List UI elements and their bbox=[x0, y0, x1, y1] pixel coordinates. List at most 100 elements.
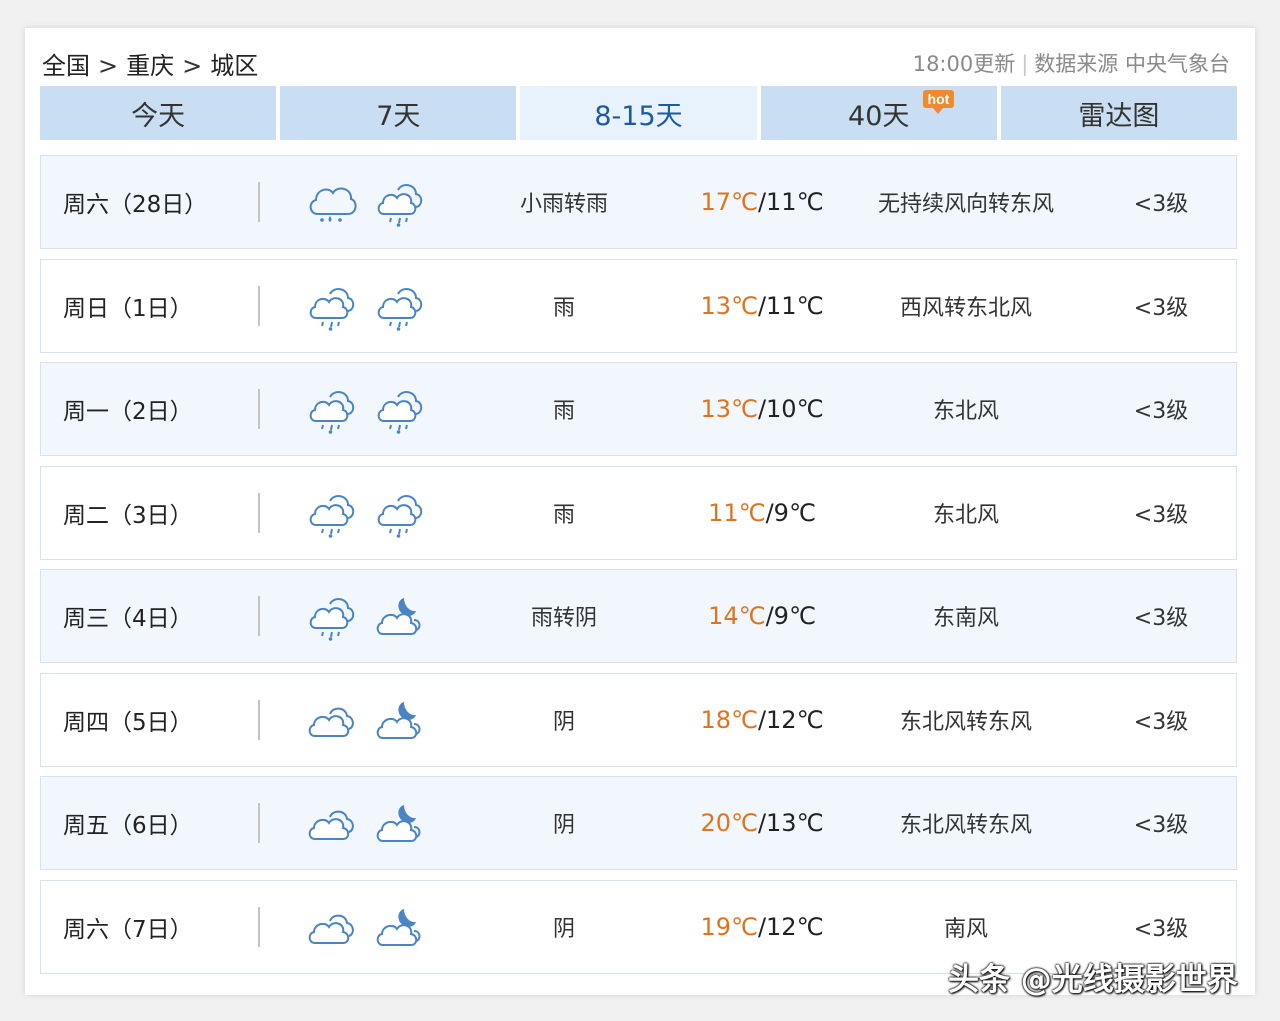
forecast-day: 周日（1日） bbox=[63, 296, 193, 322]
weather-description: 小雨转雨 bbox=[519, 192, 608, 217]
forecast-day: 周一（2日） bbox=[63, 399, 193, 425]
tab-label: 8-15天 bbox=[594, 100, 683, 132]
weather-icons bbox=[306, 570, 426, 662]
meta-divider: | bbox=[1021, 52, 1029, 76]
forecast-row: 周一（2日） 雨 13℃/10℃ 东北风 <3级 bbox=[40, 362, 1237, 456]
forecast-day: 周五（6日） bbox=[63, 813, 193, 839]
forecast-day: 周六（7日） bbox=[63, 917, 193, 943]
forecast-row: 周四（5日） 阴 18℃/12℃ 东北风转东风 <3级 bbox=[40, 673, 1237, 767]
forecast-day: 周四（5日） bbox=[63, 710, 193, 736]
wind-direction: 无持续风向转东风 bbox=[877, 192, 1054, 217]
cloudy-night-icon bbox=[374, 590, 426, 642]
temperature: 13℃/10℃ bbox=[671, 363, 853, 455]
wind-level: <3级 bbox=[1133, 813, 1189, 838]
breadcrumb-country[interactable]: 全国 bbox=[42, 46, 90, 81]
watermark: 头条 @光线摄影世界 bbox=[948, 962, 1238, 998]
rain-cloud-icon bbox=[306, 176, 358, 228]
tab-8-15-days[interactable]: 8-15天 bbox=[520, 86, 757, 140]
tab-label: 今天 bbox=[131, 100, 186, 132]
high-temp: 11℃ bbox=[708, 499, 766, 527]
tab-today[interactable]: 今天 bbox=[40, 86, 277, 140]
forecast-day: 周六（28日） bbox=[63, 192, 208, 218]
temperature: 17℃/11℃ bbox=[671, 156, 853, 248]
temperature: 14℃/9℃ bbox=[671, 570, 853, 662]
light-rain-icon bbox=[306, 383, 358, 435]
overcast-icon bbox=[306, 901, 358, 953]
row-divider bbox=[258, 803, 260, 843]
low-temp: /9℃ bbox=[765, 602, 816, 630]
high-temp: 13℃ bbox=[700, 395, 758, 423]
forecast-row: 周六（28日） 小雨转雨 17℃/11℃ 无持续风向转东风 <3级 bbox=[40, 155, 1237, 249]
update-time: 18:00更新 bbox=[912, 52, 1016, 76]
weather-card: 全国 > 重庆 > 城区 18:00更新 | 数据来源 中央气象台 今天 7天 8-15天 … bbox=[25, 28, 1255, 995]
low-temp: /12℃ bbox=[757, 706, 824, 734]
tab-7-days[interactable]: 7天 bbox=[280, 86, 517, 140]
breadcrumb: 全国 > 重庆 > 城区 bbox=[42, 46, 258, 81]
high-temp: 20℃ bbox=[700, 809, 758, 837]
wind-level: <3级 bbox=[1133, 192, 1189, 217]
low-temp: /11℃ bbox=[757, 188, 824, 216]
weather-description: 雨转阴 bbox=[530, 606, 597, 631]
light-rain-icon bbox=[374, 176, 426, 228]
tab-label: 7天 bbox=[376, 100, 421, 132]
cloudy-night-icon bbox=[374, 694, 426, 746]
hot-badge: hot bbox=[922, 90, 955, 114]
wind-level: <3级 bbox=[1133, 606, 1189, 631]
tab-label: 40天 bbox=[848, 100, 910, 132]
temperature: 19℃/12℃ bbox=[671, 881, 853, 973]
wind-level: <3级 bbox=[1133, 710, 1189, 735]
breadcrumb-district: 城区 bbox=[210, 52, 259, 80]
temperature: 13℃/11℃ bbox=[671, 260, 853, 352]
wind-direction: 东北风转东风 bbox=[899, 710, 1032, 735]
row-divider bbox=[258, 907, 260, 947]
update-info: 18:00更新 | 数据来源 中央气象台 bbox=[913, 48, 1230, 78]
row-divider bbox=[258, 182, 260, 222]
weather-icons bbox=[306, 674, 426, 766]
breadcrumb-separator: > bbox=[182, 52, 203, 80]
row-divider bbox=[258, 596, 260, 636]
row-divider bbox=[258, 286, 260, 326]
weather-icons bbox=[306, 881, 426, 973]
high-temp: 13℃ bbox=[700, 292, 758, 320]
weather-icons bbox=[306, 363, 426, 455]
high-temp: 17℃ bbox=[700, 188, 758, 216]
data-source: 数据来源 中央气象台 bbox=[1034, 52, 1230, 76]
forecast-row: 周日（1日） 雨 13℃/11℃ 西风转东北风 <3级 bbox=[40, 259, 1237, 353]
cloudy-night-icon bbox=[374, 797, 426, 849]
weather-icons bbox=[306, 260, 426, 352]
light-rain-icon bbox=[374, 280, 426, 332]
tab-40-days[interactable]: 40天 hot bbox=[760, 86, 997, 140]
wind-direction: 东北风 bbox=[932, 399, 999, 424]
temperature: 20℃/13℃ bbox=[671, 777, 853, 869]
weather-description: 雨 bbox=[552, 296, 575, 321]
light-rain-icon bbox=[306, 590, 358, 642]
tab-label: 雷达图 bbox=[1078, 100, 1160, 132]
weather-description: 雨 bbox=[552, 503, 575, 528]
light-rain-icon bbox=[374, 487, 426, 539]
low-temp: /13℃ bbox=[757, 809, 824, 837]
wind-direction: 东南风 bbox=[932, 606, 999, 631]
low-temp: /12℃ bbox=[757, 913, 824, 941]
light-rain-icon bbox=[374, 383, 426, 435]
high-temp: 19℃ bbox=[700, 913, 758, 941]
row-divider bbox=[258, 700, 260, 740]
forecast-row: 周三（4日） 雨转阴 14℃/9℃ 东南风 <3级 bbox=[40, 569, 1237, 663]
weather-description: 雨 bbox=[552, 399, 575, 424]
wind-direction: 西风转东北风 bbox=[899, 296, 1032, 321]
low-temp: /9℃ bbox=[765, 499, 816, 527]
forecast-tabs: 今天 7天 8-15天 40天 hot 雷达图 bbox=[40, 86, 1238, 140]
high-temp: 14℃ bbox=[708, 602, 766, 630]
row-divider bbox=[258, 389, 260, 429]
light-rain-icon bbox=[306, 280, 358, 332]
forecast-row: 周二（3日） 雨 11℃/9℃ 东北风 <3级 bbox=[40, 466, 1237, 560]
overcast-icon bbox=[306, 797, 358, 849]
temperature: 18℃/12℃ bbox=[671, 674, 853, 766]
weather-description: 阴 bbox=[552, 710, 575, 735]
light-rain-icon bbox=[306, 487, 358, 539]
wind-level: <3级 bbox=[1133, 399, 1189, 424]
weather-description: 阴 bbox=[552, 813, 575, 838]
tab-radar[interactable]: 雷达图 bbox=[1000, 86, 1238, 140]
breadcrumb-city[interactable]: 重庆 bbox=[126, 46, 174, 81]
weather-description: 阴 bbox=[552, 917, 575, 942]
forecast-day: 周二（3日） bbox=[63, 503, 193, 529]
